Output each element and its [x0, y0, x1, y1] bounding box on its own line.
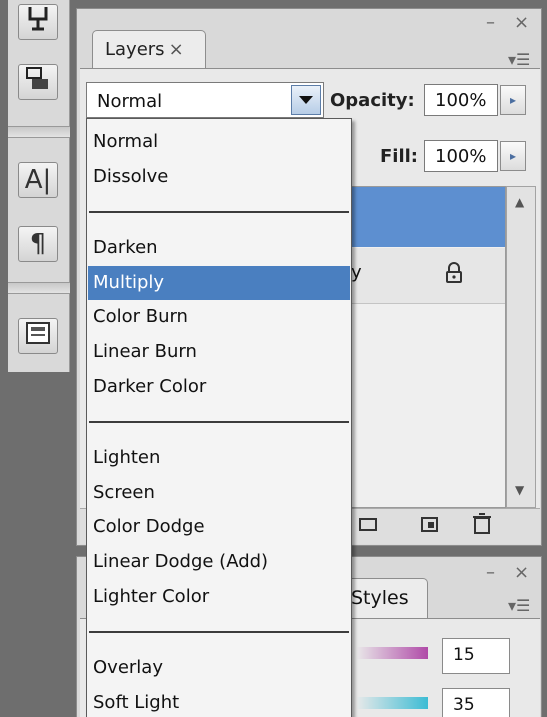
layer-list-scrollbar[interactable]: ▲ ▼ — [506, 186, 536, 508]
blend-mode-value: Normal — [97, 91, 163, 112]
puppet-icon — [24, 5, 52, 40]
panel-menu-icon[interactable]: ▾☰ — [508, 50, 530, 69]
scroll-up-icon[interactable]: ▲ — [515, 195, 524, 209]
panel-menu-icon[interactable]: ▾☰ — [508, 596, 530, 615]
opacity-label: Opacity: — [330, 90, 415, 111]
blend-mode-option[interactable]: Screen — [88, 476, 350, 510]
blend-mode-menu[interactable]: Normal Dissolve Darken Multiply Color Burn Li… — [86, 118, 352, 717]
opacity-input[interactable]: 100% — [424, 84, 498, 116]
blend-mode-option[interactable]: Soft Light — [88, 686, 350, 717]
tab-label: Layers — [105, 39, 165, 60]
blend-mode-option[interactable]: Overlay — [88, 651, 350, 685]
character-panel-button[interactable]: A| — [18, 162, 58, 198]
close-icon[interactable]: × — [514, 12, 529, 33]
tab-layers[interactable]: Layers × — [92, 30, 206, 68]
blend-mode-select[interactable]: Normal — [86, 82, 324, 118]
lock-icon — [445, 262, 463, 289]
blend-mode-option[interactable]: Lighten — [88, 441, 350, 475]
opacity-stepper-button[interactable]: ▸ — [500, 85, 526, 115]
menu-separator — [89, 631, 349, 634]
new-layer-icon[interactable] — [420, 515, 440, 538]
stamp-icon — [24, 65, 52, 100]
scroll-down-icon[interactable]: ▼ — [515, 483, 524, 497]
minimize-icon[interactable]: – — [486, 562, 495, 583]
character-icon: A| — [24, 165, 52, 195]
blend-mode-option[interactable]: Color Dodge — [88, 510, 350, 544]
menu-separator — [89, 211, 349, 214]
tab-close-icon[interactable]: × — [169, 39, 184, 60]
tool-separator — [8, 282, 70, 294]
color-swatch-bar — [356, 647, 428, 659]
fill-label: Fill: — [380, 146, 419, 167]
value-input[interactable]: 15 — [442, 638, 510, 674]
chevron-right-icon: ▸ — [509, 93, 517, 107]
trash-icon[interactable] — [472, 513, 492, 540]
layer-comps-icon — [25, 321, 51, 352]
fill-input[interactable]: 100% — [424, 140, 498, 172]
blend-mode-option[interactable]: Darker Color — [88, 370, 350, 404]
menu-separator — [89, 421, 349, 424]
blend-mode-option[interactable]: Normal — [88, 125, 350, 159]
blend-mode-option[interactable]: Lighter Color — [88, 580, 350, 614]
dropdown-arrow-icon[interactable] — [291, 85, 321, 115]
value-input[interactable]: 35 — [442, 688, 510, 717]
paragraph-panel-button[interactable]: ¶ — [18, 226, 58, 262]
blend-mode-option[interactable]: Multiply — [88, 265, 350, 300]
layer-comps-button[interactable] — [18, 318, 58, 354]
paragraph-icon: ¶ — [29, 229, 47, 259]
blend-mode-option[interactable]: Linear Dodge (Add) — [88, 545, 350, 579]
stamp-tool-button[interactable] — [18, 64, 58, 100]
close-icon[interactable]: × — [514, 562, 529, 583]
tab-styles[interactable]: Styles — [340, 578, 428, 618]
new-group-icon[interactable] — [358, 515, 378, 538]
chevron-right-icon: ▸ — [509, 149, 517, 163]
layer-name-partial: y — [351, 262, 362, 283]
blend-mode-option[interactable]: Linear Burn — [88, 335, 350, 369]
blend-mode-option[interactable]: Color Burn — [88, 300, 350, 334]
color-swatch-bar — [356, 697, 428, 709]
minimize-icon[interactable]: – — [486, 12, 495, 33]
tool-separator — [8, 126, 70, 138]
puppet-tool-button[interactable] — [18, 4, 58, 40]
blend-mode-option[interactable]: Dissolve — [88, 160, 350, 194]
blend-mode-option[interactable]: Darken — [88, 231, 350, 265]
fill-stepper-button[interactable]: ▸ — [500, 141, 526, 171]
